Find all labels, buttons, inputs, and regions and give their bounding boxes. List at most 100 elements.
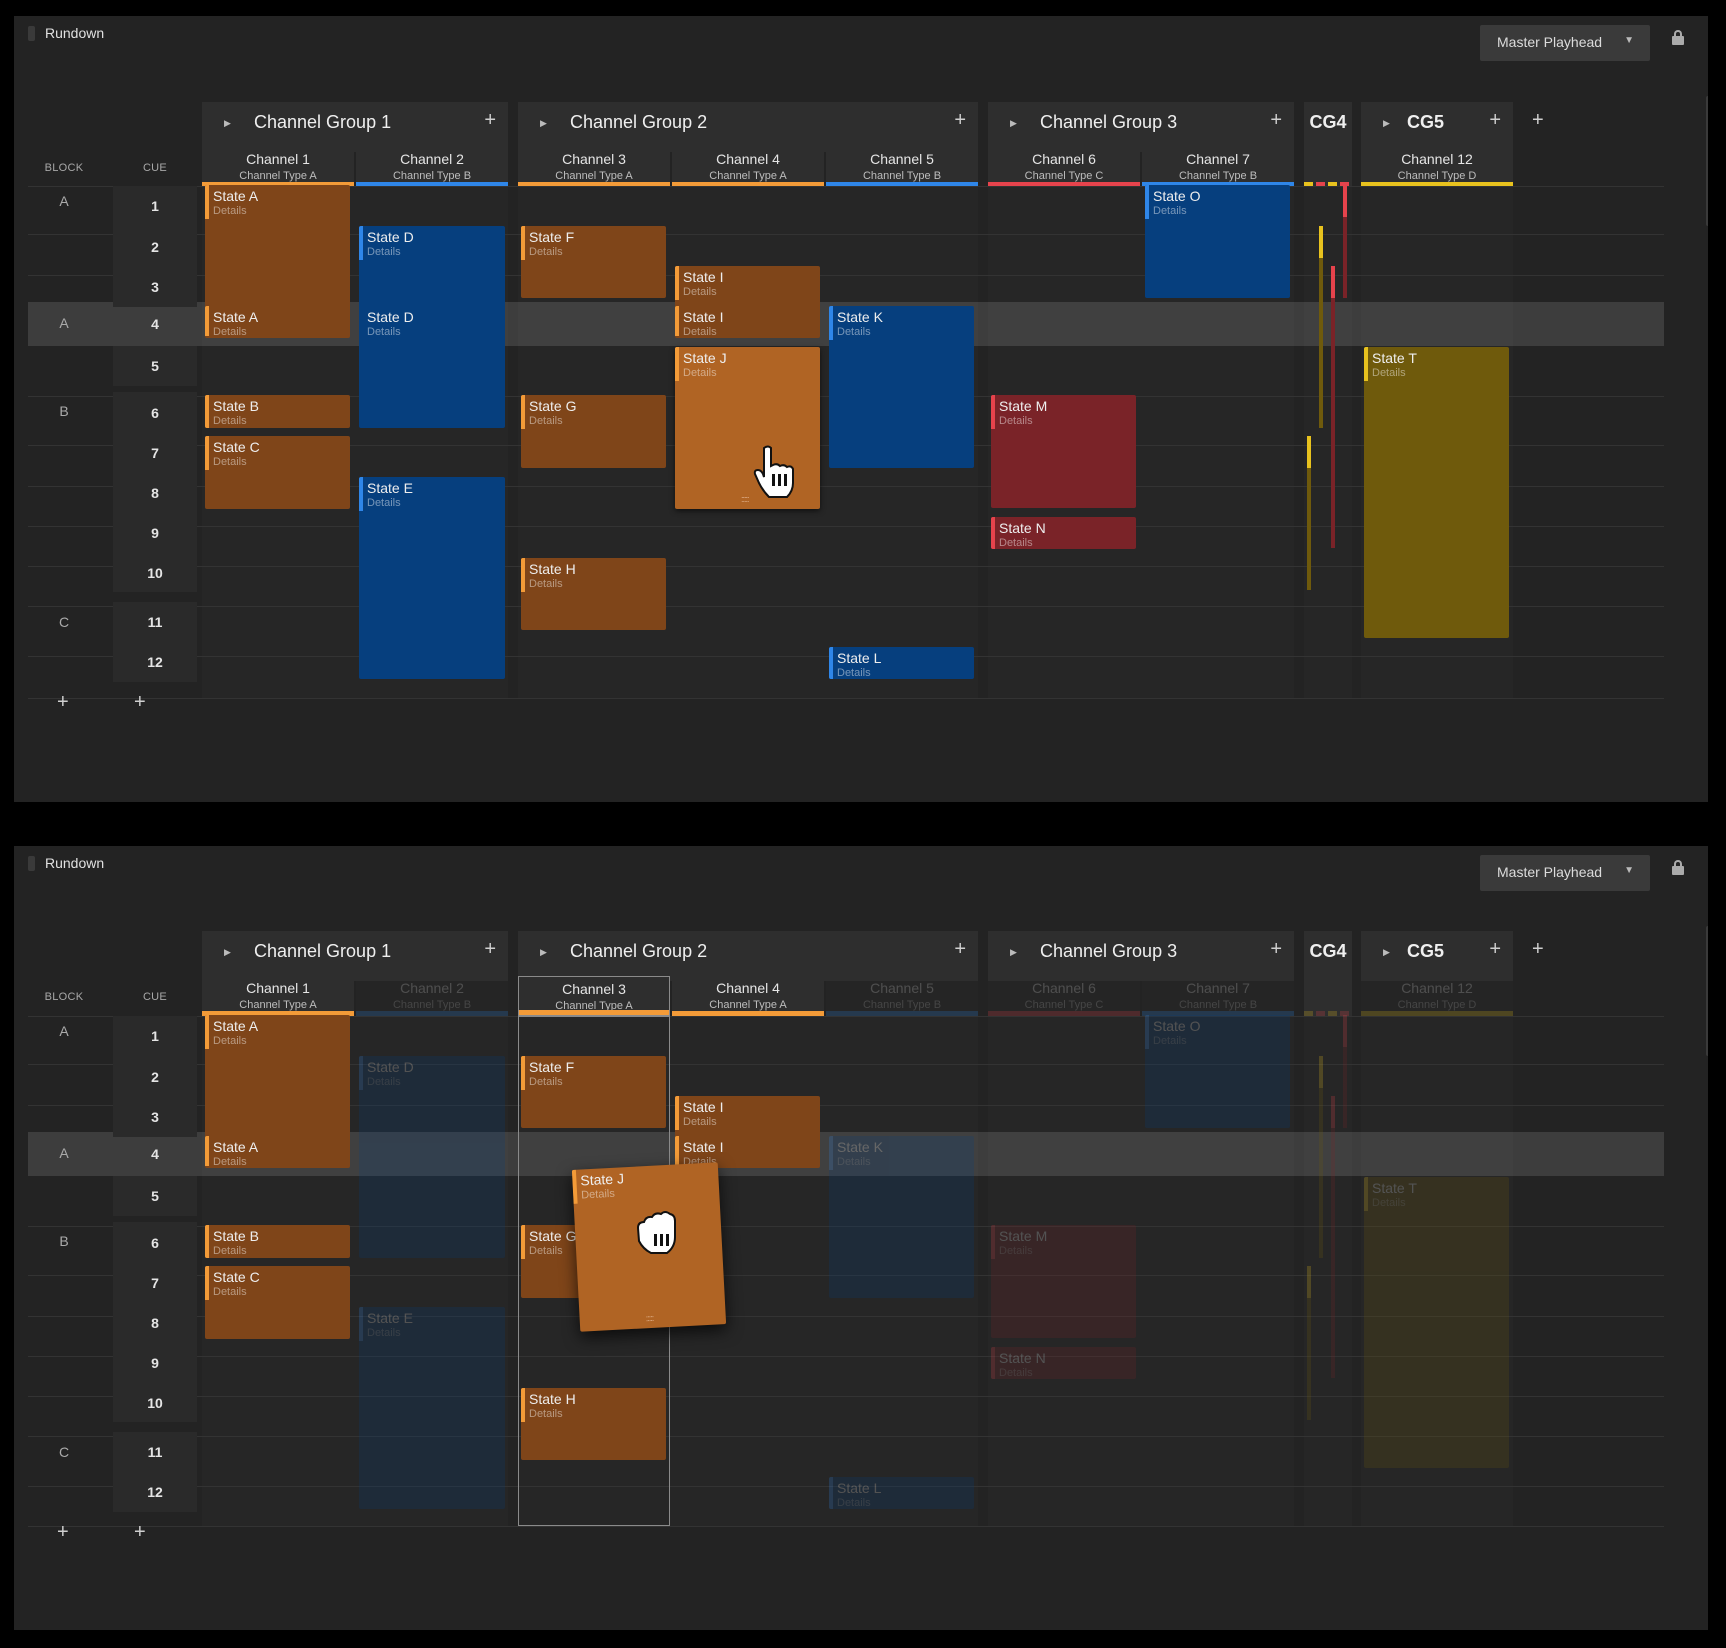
state-block[interactable]: State F Details xyxy=(521,1056,666,1128)
cg4-state-bar[interactable] xyxy=(1307,1266,1311,1420)
chevron-right-icon[interactable]: ▶ xyxy=(540,947,547,958)
channel-header-4[interactable]: Channel 4 Channel Type A xyxy=(672,147,824,187)
channel-group-2-header[interactable]: ▶ Channel Group 2 + xyxy=(518,931,978,981)
cue-cell[interactable]: 9 xyxy=(113,1342,197,1382)
cue-cell[interactable]: 7 xyxy=(113,432,197,472)
state-block[interactable]: State T Details xyxy=(1364,347,1509,638)
add-block-button[interactable]: + xyxy=(57,691,69,714)
lock-icon[interactable] xyxy=(1672,30,1684,46)
cue-cell[interactable]: 11 xyxy=(113,602,197,642)
add-group-button[interactable]: + xyxy=(1532,109,1544,132)
add-channel-button[interactable]: + xyxy=(954,938,966,961)
cue-cell[interactable]: 6 xyxy=(113,392,197,432)
block-label[interactable]: A xyxy=(28,193,100,209)
state-block[interactable]: State F Details xyxy=(521,226,666,298)
add-cue-button[interactable]: + xyxy=(134,1521,146,1544)
state-block[interactable]: State B Details xyxy=(205,395,350,428)
channel-header-6[interactable]: Channel 6 Channel Type C xyxy=(988,147,1140,187)
add-group-button[interactable]: + xyxy=(1532,938,1544,961)
block-label[interactable]: A xyxy=(28,1145,100,1161)
block-label[interactable]: A xyxy=(28,1023,100,1039)
state-block[interactable]: State B Details xyxy=(205,1225,350,1258)
state-block[interactable]: State N Details xyxy=(991,517,1136,549)
add-block-button[interactable]: + xyxy=(57,1521,69,1544)
cue-cell[interactable]: 5 xyxy=(113,346,197,386)
channel-header-4[interactable]: Channel 4 Channel Type A xyxy=(672,976,824,1016)
channel-header-12[interactable]: Channel 12 Channel Type D xyxy=(1361,976,1513,1016)
state-block-continuation[interactable]: State I Details xyxy=(675,306,820,338)
cg4-state-bar[interactable] xyxy=(1343,185,1347,298)
state-block[interactable]: State C Details xyxy=(205,1266,350,1339)
cg4-state-bar[interactable] xyxy=(1343,1015,1347,1128)
chevron-right-icon[interactable]: ▶ xyxy=(1383,947,1390,958)
state-block[interactable]: State O Details xyxy=(1145,185,1290,298)
channel-header-6[interactable]: Channel 6 Channel Type C xyxy=(988,976,1140,1016)
cue-cell[interactable]: 12 xyxy=(113,642,197,682)
channel-header-3[interactable]: Channel 3 Channel Type A xyxy=(518,147,670,187)
master-playhead-dropdown[interactable]: Master Playhead ▼ xyxy=(1480,855,1650,891)
channel-header-7[interactable]: Channel 7 Channel Type B xyxy=(1142,147,1294,187)
add-channel-button[interactable]: + xyxy=(484,938,496,961)
channel-group-3-header[interactable]: ▶ Channel Group 3 + xyxy=(988,931,1294,981)
block-label[interactable]: C xyxy=(28,614,100,630)
state-block-continuation[interactable]: State D Details xyxy=(359,306,505,338)
block-label[interactable]: A xyxy=(28,315,100,331)
state-block[interactable]: State E Details xyxy=(359,477,505,679)
state-block-dimmed[interactable]: State D Details xyxy=(359,1056,505,1258)
cue-cell[interactable]: 1 xyxy=(113,1016,197,1056)
chevron-right-icon[interactable]: ▶ xyxy=(1383,118,1390,129)
add-channel-button[interactable]: + xyxy=(1489,938,1501,961)
add-channel-button[interactable]: + xyxy=(1270,109,1282,132)
state-block-dimmed[interactable]: State K Details xyxy=(829,1136,974,1298)
channel-header-5[interactable]: Channel 5 Channel Type B xyxy=(826,147,978,187)
drag-grip-icon[interactable]: ::::: xyxy=(741,494,749,504)
cue-cell[interactable]: 8 xyxy=(113,472,197,512)
add-channel-button[interactable]: + xyxy=(1489,109,1501,132)
cue-cell[interactable]: 7 xyxy=(113,1262,197,1302)
cue-cell[interactable]: 12 xyxy=(113,1472,197,1512)
chevron-right-icon[interactable]: ▶ xyxy=(540,118,547,129)
add-cue-button[interactable]: + xyxy=(134,691,146,714)
state-block-dimmed[interactable]: State T Details xyxy=(1364,1177,1509,1468)
cue-cell[interactable]: 6 xyxy=(113,1222,197,1262)
channel-header-3-selected[interactable]: Channel 3 Channel Type A xyxy=(518,976,670,1016)
channel-group-5-header[interactable]: ▶ CG5 + xyxy=(1361,102,1513,152)
cue-cell[interactable]: 2 xyxy=(113,226,197,266)
drag-grip-icon[interactable]: ::::: xyxy=(645,1313,653,1323)
block-label[interactable]: C xyxy=(28,1444,100,1460)
state-block-continuation[interactable]: State A Details xyxy=(205,306,350,338)
cue-cell[interactable]: 4 xyxy=(113,1132,197,1176)
cg4-state-bar[interactable] xyxy=(1319,226,1323,428)
cue-cell[interactable]: 10 xyxy=(113,1382,197,1422)
cue-cell[interactable]: 10 xyxy=(113,552,197,592)
add-channel-button[interactable]: + xyxy=(954,109,966,132)
cue-cell[interactable]: 3 xyxy=(113,1096,197,1137)
cue-cell[interactable]: 3 xyxy=(113,266,197,307)
cg4-state-bar[interactable] xyxy=(1307,436,1311,590)
channel-group-4-header[interactable]: CG4 xyxy=(1304,102,1352,187)
state-block[interactable]: State H Details xyxy=(521,1388,666,1460)
block-label[interactable]: B xyxy=(28,403,100,419)
channel-group-4-header[interactable]: CG4 xyxy=(1304,931,1352,1016)
channel-group-1-header[interactable]: ▶ Channel Group 1 + xyxy=(202,931,508,981)
channel-group-3-header[interactable]: ▶ Channel Group 3 + xyxy=(988,102,1294,152)
state-block[interactable]: State K Details xyxy=(829,306,974,468)
channel-header-7[interactable]: Channel 7 Channel Type B xyxy=(1142,976,1294,1016)
master-playhead-dropdown[interactable]: Master Playhead ▼ xyxy=(1480,25,1650,61)
state-block[interactable]: State L Details xyxy=(829,647,974,679)
channel-group-1-header[interactable]: ▶ Channel Group 1 + xyxy=(202,102,508,152)
cg4-state-bar[interactable] xyxy=(1331,266,1335,548)
state-block-continuation[interactable]: State A Details xyxy=(205,1136,350,1168)
chevron-right-icon[interactable]: ▶ xyxy=(1010,947,1017,958)
block-label[interactable]: B xyxy=(28,1233,100,1249)
cue-cell[interactable]: 9 xyxy=(113,512,197,552)
chevron-right-icon[interactable]: ▶ xyxy=(224,118,231,129)
channel-header-2[interactable]: Channel 2 Channel Type B xyxy=(356,147,508,187)
cue-cell[interactable]: 4 xyxy=(113,302,197,346)
vertical-scrollbar[interactable] xyxy=(1706,96,1708,226)
state-block-dimmed[interactable]: State O Details xyxy=(1145,1015,1290,1128)
state-block[interactable]: State G Details xyxy=(521,395,666,468)
channel-header-1[interactable]: Channel 1 Channel Type A xyxy=(202,976,354,1016)
cue-cell[interactable]: 11 xyxy=(113,1432,197,1472)
cg4-state-bar[interactable] xyxy=(1331,1096,1335,1378)
